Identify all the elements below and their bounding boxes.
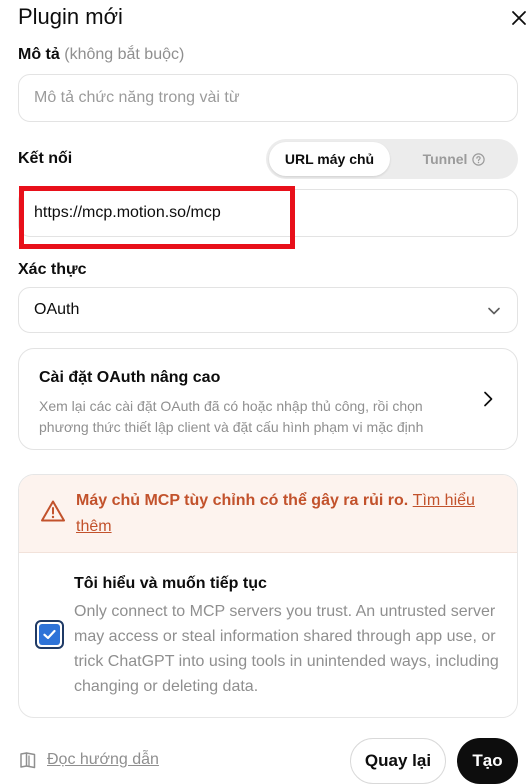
highlight-box	[19, 186, 295, 249]
connection-type-toggle: URL máy chủ Tunnel	[266, 139, 518, 179]
check-icon	[43, 629, 56, 640]
warning-triangle-icon	[41, 500, 65, 522]
advanced-oauth-title: Cài đặt OAuth nâng cao	[39, 369, 221, 386]
advanced-oauth-card[interactable]: Cài đặt OAuth nâng cao Xem lại các cài đ…	[18, 348, 518, 450]
chevron-down-icon	[488, 307, 500, 315]
description-input[interactable]	[18, 74, 518, 122]
acknowledge-description: Only connect to MCP servers you trust. A…	[74, 603, 499, 695]
description-label: Mô tả (không bắt buộc)	[18, 46, 184, 64]
question-circle-icon[interactable]	[472, 152, 486, 166]
auth-selected-value: OAuth	[34, 301, 80, 318]
warning-banner: Máy chủ MCP tùy chỉnh có thể gây ra rủi …	[19, 475, 517, 553]
tab-server-url-label: URL máy chủ	[284, 151, 375, 167]
read-guide-label: Đọc hướng dẫn	[47, 751, 159, 768]
chevron-right-icon	[484, 391, 493, 407]
connection-label: Kết nối	[18, 150, 73, 167]
advanced-oauth-description: Xem lại các cài đặt OAuth đã có hoặc nhậ…	[39, 398, 424, 435]
tab-tunnel[interactable]: Tunnel	[394, 142, 514, 176]
checkbox-fill	[39, 624, 60, 645]
warning-text: Máy chủ MCP tùy chỉnh có thể gây ra rủi …	[76, 488, 506, 540]
read-guide-link[interactable]: Đọc hướng dẫn	[18, 750, 159, 770]
create-button[interactable]: Tạo	[457, 738, 518, 784]
warning-message: Máy chủ MCP tùy chỉnh có thể gây ra rủi …	[76, 492, 409, 509]
risk-warning-panel: Máy chủ MCP tùy chỉnh có thể gây ra rủi …	[18, 474, 518, 718]
acknowledge-title: Tôi hiểu và muốn tiếp tục	[74, 575, 267, 592]
auth-label: Xác thực	[18, 261, 87, 278]
book-icon	[20, 752, 36, 769]
acknowledge-checkbox[interactable]	[35, 620, 64, 649]
page-title: Plugin mới	[18, 4, 123, 29]
tab-server-url[interactable]: URL máy chủ	[269, 142, 390, 176]
tab-tunnel-label: Tunnel	[422, 151, 468, 167]
close-icon[interactable]	[510, 9, 528, 27]
auth-select[interactable]: OAuth	[18, 287, 518, 333]
back-button[interactable]: Quay lại	[350, 738, 446, 784]
description-label-text: Mô tả	[18, 46, 60, 63]
optional-hint: (không bắt buộc)	[64, 46, 185, 63]
